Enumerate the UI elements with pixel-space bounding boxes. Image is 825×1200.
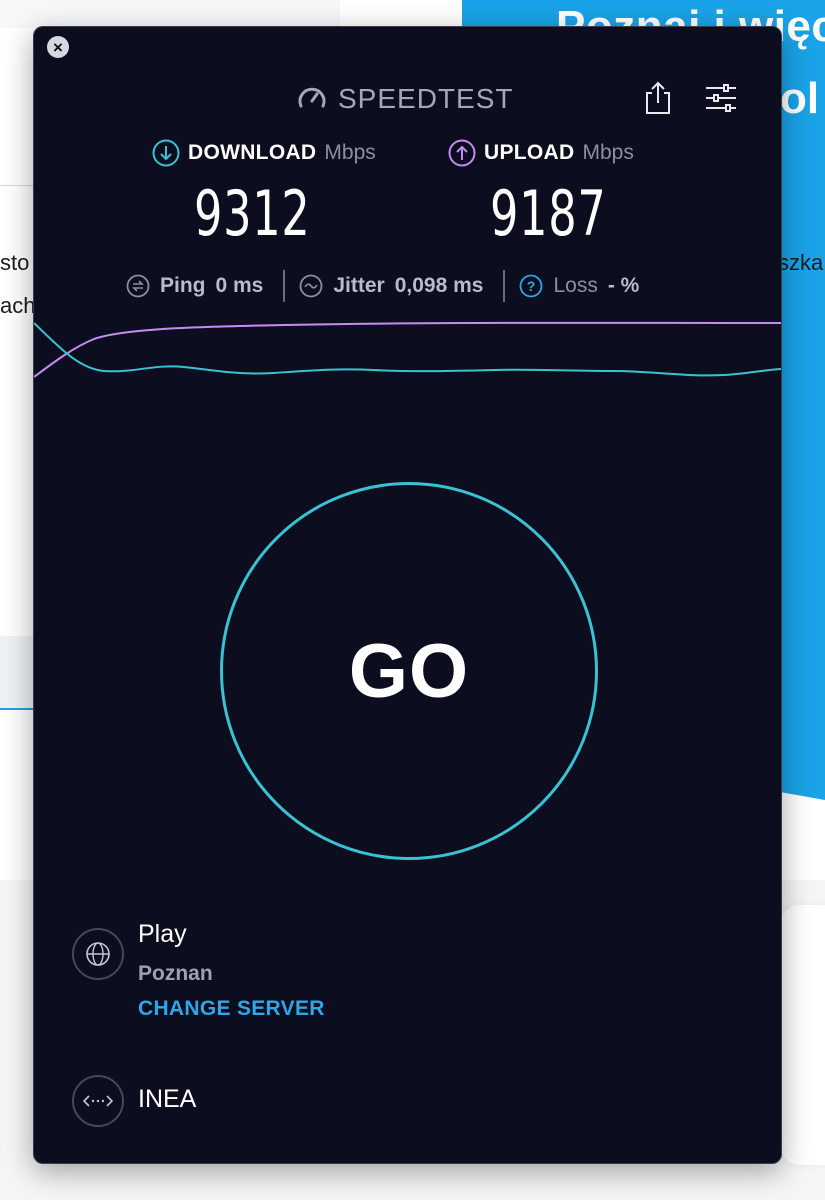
stat-divider <box>503 270 506 302</box>
loss-stat[interactable]: ? Loss - % <box>519 274 639 298</box>
server-name: Play <box>138 920 187 948</box>
upload-arrow-icon <box>448 139 476 167</box>
go-label: GO <box>348 628 470 714</box>
server-city: Poznan <box>138 962 213 985</box>
background-card <box>780 905 825 1165</box>
svg-text:?: ? <box>527 278 536 294</box>
jitter-icon <box>299 274 323 298</box>
ping-icon <box>126 274 150 298</box>
brand-name: SPEEDTEST <box>338 83 514 114</box>
background-hero-title-line2: ol <box>780 74 820 123</box>
upload-label: UPLOAD <box>484 141 575 164</box>
loss-label: Loss <box>553 274 598 297</box>
download-arrow-icon <box>152 139 180 167</box>
stat-divider <box>283 270 286 302</box>
jitter-value: 0,098 ms <box>394 274 484 297</box>
upload-metric: UPLOAD Mbps 9187 <box>448 139 634 250</box>
share-button[interactable] <box>641 81 675 115</box>
change-server-link[interactable]: CHANGE SERVER <box>138 997 325 1021</box>
ping-value: 0 ms <box>215 274 264 297</box>
help-question-icon: ? <box>520 274 543 298</box>
isp-name: INEA <box>138 1085 197 1113</box>
isp-connection-badge <box>72 1075 124 1127</box>
speedometer-icon <box>298 87 326 108</box>
jitter-label: Jitter <box>333 274 385 297</box>
download-value: 9312 <box>194 177 311 250</box>
settings-sliders-icon <box>706 84 736 112</box>
connection-arrows-icon <box>83 1095 113 1107</box>
stats-row: Ping 0 ms Jitter 0,098 ms ? Loss - % <box>126 270 639 302</box>
close-icon: × <box>53 37 63 57</box>
background-text-left: sto <box>0 250 30 275</box>
speed-graph <box>34 321 781 378</box>
server-globe-badge <box>72 928 124 980</box>
close-button[interactable]: × <box>47 36 69 58</box>
ping-stat: Ping 0 ms <box>126 274 263 298</box>
upload-unit: Mbps <box>582 141 634 164</box>
background-page-top <box>0 0 340 28</box>
download-unit: Mbps <box>324 141 376 164</box>
settings-button[interactable] <box>704 81 738 115</box>
background-text-right: szka <box>778 250 824 275</box>
upload-value: 9187 <box>490 177 607 250</box>
download-metric: DOWNLOAD Mbps 9312 <box>152 139 376 250</box>
jitter-stat: Jitter 0,098 ms <box>299 274 483 298</box>
ping-label: Ping <box>160 274 206 297</box>
background-text-left-2: ach <box>0 293 36 318</box>
share-icon <box>646 81 670 114</box>
globe-icon <box>86 942 110 966</box>
download-label: DOWNLOAD <box>188 141 317 164</box>
loss-value: - % <box>607 274 640 297</box>
go-button[interactable]: GO <box>220 482 598 860</box>
speedtest-logo: SPEEDTEST <box>296 83 513 115</box>
speedtest-window: × SPEEDTEST DOWNLOAD Mbps 9312 UPLOAD Mb… <box>33 26 782 1164</box>
